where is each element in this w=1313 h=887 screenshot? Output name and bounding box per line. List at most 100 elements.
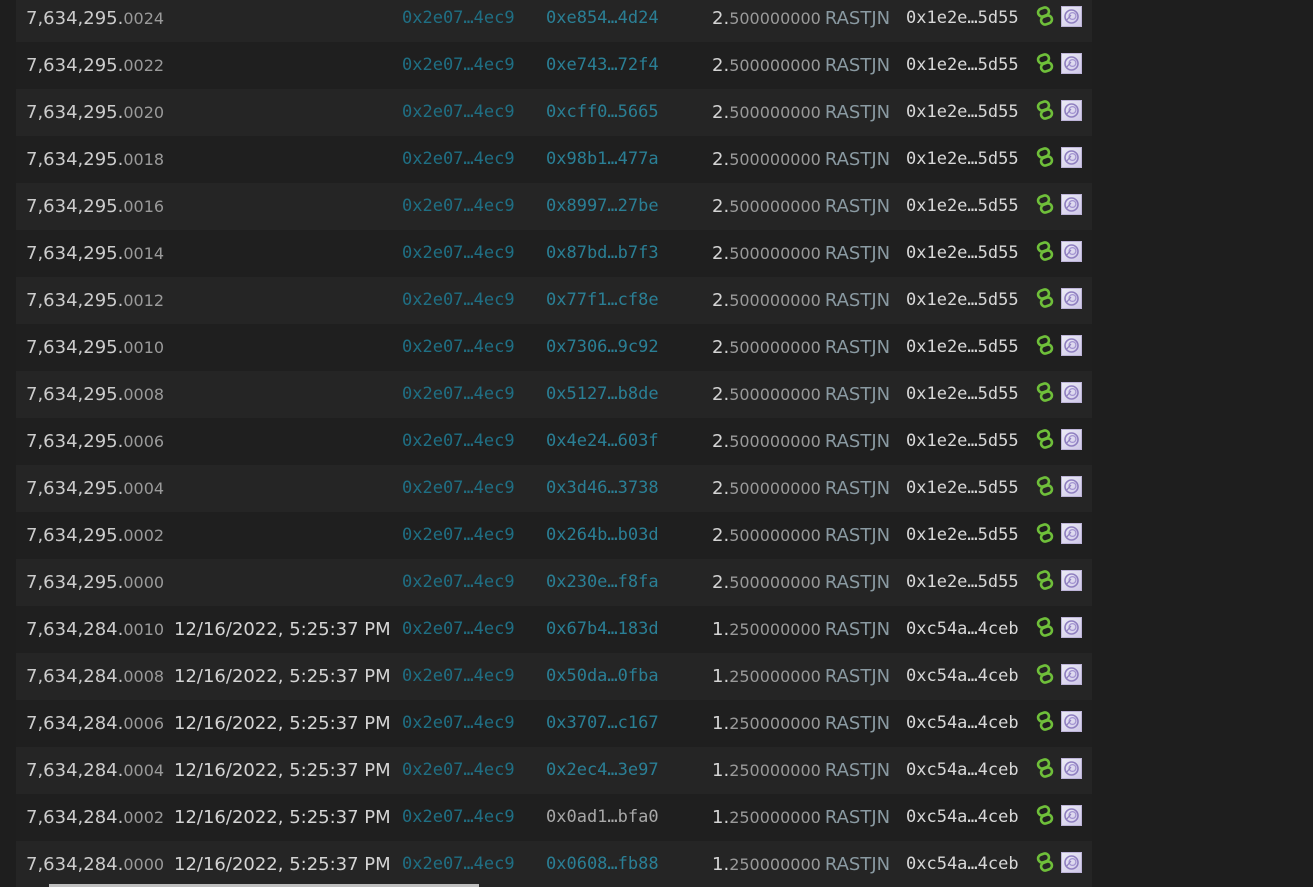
amount-fraction: 250000000 — [729, 620, 821, 639]
from-address-link[interactable]: 0x2e07…4ec9 — [402, 794, 515, 841]
nft-thumbnail-icon[interactable] — [1061, 147, 1082, 168]
nft-thumbnail-icon[interactable] — [1061, 617, 1082, 638]
from-address-link[interactable]: 0x2e07…4ec9 — [402, 324, 515, 371]
chain-link-icon[interactable] — [1035, 147, 1055, 167]
chain-link-icon[interactable] — [1035, 6, 1055, 26]
owner-address-link[interactable]: 0x1e2e…5d55 — [906, 324, 1019, 371]
to-address-link[interactable]: 0x98b1…477a — [546, 136, 659, 183]
to-address-link[interactable]: 0x8997…27be — [546, 183, 659, 230]
nft-thumbnail-icon[interactable] — [1061, 53, 1082, 74]
owner-address-link[interactable]: 0x1e2e…5d55 — [906, 0, 1019, 42]
to-address-link[interactable]: 0x3707…c167 — [546, 700, 659, 747]
nft-thumbnail-icon[interactable] — [1061, 805, 1082, 826]
from-address-link[interactable]: 0x2e07…4ec9 — [402, 512, 515, 559]
owner-address-link[interactable]: 0xc54a…4ceb — [906, 794, 1019, 841]
nft-thumbnail-icon[interactable] — [1061, 6, 1082, 27]
to-address-link[interactable]: 0x50da…0fba — [546, 653, 659, 700]
nft-thumbnail-icon[interactable] — [1061, 429, 1082, 450]
chain-link-icon[interactable] — [1035, 194, 1055, 214]
nft-thumbnail-icon[interactable] — [1061, 382, 1082, 403]
nft-thumbnail-icon[interactable] — [1061, 523, 1082, 544]
chain-link-icon[interactable] — [1035, 241, 1055, 261]
nft-thumbnail-icon[interactable] — [1061, 758, 1082, 779]
chain-link-icon[interactable] — [1035, 476, 1055, 496]
nft-thumbnail-icon[interactable] — [1061, 476, 1082, 497]
owner-address-link[interactable]: 0xc54a…4ceb — [906, 841, 1019, 887]
owner-address-link[interactable]: 0xc54a…4ceb — [906, 653, 1019, 700]
nft-thumbnail-icon[interactable] — [1061, 852, 1082, 873]
owner-address-link[interactable]: 0xc54a…4ceb — [906, 606, 1019, 653]
from-address-link[interactable]: 0x2e07…4ec9 — [402, 747, 515, 794]
block-number: 7,634,295. — [26, 102, 124, 123]
from-address-link[interactable]: 0x2e07…4ec9 — [402, 465, 515, 512]
owner-address-link[interactable]: 0x1e2e…5d55 — [906, 559, 1019, 606]
owner-address-link[interactable]: 0x1e2e…5d55 — [906, 418, 1019, 465]
chain-link-icon[interactable] — [1035, 758, 1055, 778]
from-address-link[interactable]: 0x2e07…4ec9 — [402, 700, 515, 747]
nft-thumbnail-icon[interactable] — [1061, 241, 1082, 262]
to-address-link[interactable]: 0x3d46…3738 — [546, 465, 659, 512]
to-address-link[interactable]: 0x87bd…b7f3 — [546, 230, 659, 277]
owner-address-link[interactable]: 0xc54a…4ceb — [906, 700, 1019, 747]
to-address-link[interactable]: 0x7306…9c92 — [546, 324, 659, 371]
to-address-link[interactable]: 0x4e24…603f — [546, 418, 659, 465]
to-address-link[interactable]: 0x230e…f8fa — [546, 559, 659, 606]
owner-address-link[interactable]: 0x1e2e…5d55 — [906, 42, 1019, 89]
owner-address-link[interactable]: 0x1e2e…5d55 — [906, 136, 1019, 183]
from-address-link[interactable]: 0x2e07…4ec9 — [402, 559, 515, 606]
from-address-link[interactable]: 0x2e07…4ec9 — [402, 371, 515, 418]
chain-link-icon[interactable] — [1035, 711, 1055, 731]
from-address-link[interactable]: 0x2e07…4ec9 — [402, 230, 515, 277]
owner-address-link[interactable]: 0xc54a…4ceb — [906, 747, 1019, 794]
chain-link-icon[interactable] — [1035, 852, 1055, 872]
owner-address-link[interactable]: 0x1e2e…5d55 — [906, 277, 1019, 324]
chain-link-icon[interactable] — [1035, 617, 1055, 637]
chain-link-icon[interactable] — [1035, 53, 1055, 73]
owner-address-link[interactable]: 0x1e2e…5d55 — [906, 512, 1019, 559]
chain-link-icon[interactable] — [1035, 805, 1055, 825]
from-address-link[interactable]: 0x2e07…4ec9 — [402, 418, 515, 465]
to-address-link[interactable]: 0x77f1…cf8e — [546, 277, 659, 324]
from-address-link[interactable]: 0x2e07…4ec9 — [402, 653, 515, 700]
chain-link-icon[interactable] — [1035, 664, 1055, 684]
to-address-link[interactable]: 0x0ad1…bfa0 — [546, 794, 659, 841]
owner-address-link[interactable]: 0x1e2e…5d55 — [906, 465, 1019, 512]
nft-thumbnail-icon[interactable] — [1061, 711, 1082, 732]
from-address-link[interactable]: 0x2e07…4ec9 — [402, 841, 515, 887]
nft-thumbnail-icon[interactable] — [1061, 664, 1082, 685]
nft-thumbnail-icon[interactable] — [1061, 100, 1082, 121]
to-address-link[interactable]: 0x0608…fb88 — [546, 841, 659, 887]
owner-address-link[interactable]: 0x1e2e…5d55 — [906, 230, 1019, 277]
from-address-link[interactable]: 0x2e07…4ec9 — [402, 606, 515, 653]
nft-thumbnail-icon[interactable] — [1061, 570, 1082, 591]
chain-link-icon[interactable] — [1035, 429, 1055, 449]
to-address-link[interactable]: 0xe743…72f4 — [546, 42, 659, 89]
from-address-link[interactable]: 0x2e07…4ec9 — [402, 136, 515, 183]
from-address-link[interactable]: 0x2e07…4ec9 — [402, 183, 515, 230]
to-address-link[interactable]: 0xe854…4d24 — [546, 0, 659, 42]
owner-address-link[interactable]: 0x1e2e…5d55 — [906, 183, 1019, 230]
block-subindex: 0002 — [123, 808, 165, 827]
from-address-link[interactable]: 0x2e07…4ec9 — [402, 89, 515, 136]
chain-link-icon[interactable] — [1035, 100, 1055, 120]
chain-link-icon[interactable] — [1035, 335, 1055, 355]
chain-link-icon[interactable] — [1035, 288, 1055, 308]
to-address-link[interactable]: 0x67b4…183d — [546, 606, 659, 653]
nft-thumbnail-icon[interactable] — [1061, 288, 1082, 309]
to-address-link[interactable]: 0x5127…b8de — [546, 371, 659, 418]
to-address-link[interactable]: 0x264b…b03d — [546, 512, 659, 559]
chain-link-icon[interactable] — [1035, 523, 1055, 543]
amount-unit: RASTJN — [824, 760, 891, 781]
to-address-link[interactable]: 0x2ec4…3e97 — [546, 747, 659, 794]
to-address-link[interactable]: 0xcff0…5665 — [546, 89, 659, 136]
from-address-link[interactable]: 0x2e07…4ec9 — [402, 42, 515, 89]
amount-cell: 1.250000000 RASTJN — [712, 794, 890, 841]
nft-thumbnail-icon[interactable] — [1061, 194, 1082, 215]
owner-address-link[interactable]: 0x1e2e…5d55 — [906, 371, 1019, 418]
from-address-link[interactable]: 0x2e07…4ec9 — [402, 0, 515, 42]
chain-link-icon[interactable] — [1035, 382, 1055, 402]
owner-address-link[interactable]: 0x1e2e…5d55 — [906, 89, 1019, 136]
from-address-link[interactable]: 0x2e07…4ec9 — [402, 277, 515, 324]
chain-link-icon[interactable] — [1035, 570, 1055, 590]
nft-thumbnail-icon[interactable] — [1061, 335, 1082, 356]
